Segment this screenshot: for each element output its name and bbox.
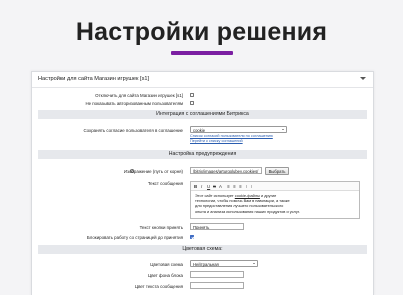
accept-text-input[interactable]: Принять [190, 223, 244, 230]
image-label: Изображение (путь от корня) [123, 169, 183, 174]
italic-icon[interactable]: I [201, 184, 202, 189]
hide-auth-label: Не показывать авторизованным пользовател… [85, 101, 183, 106]
message-label: Текст сообщения [147, 181, 183, 186]
color-scheme-value: Нейтральная [193, 262, 219, 267]
bold-icon[interactable]: B [194, 184, 197, 189]
font-color-icon[interactable]: A [219, 184, 222, 189]
agreement-list-link[interactable]: Перейти к списку соглашений [190, 139, 243, 144]
panel-title: Настройки для сайта Магазин игрушек [s1] [38, 76, 150, 82]
hide-auth-checkbox[interactable] [190, 101, 194, 105]
align-right-icon[interactable]: ≡ [239, 184, 242, 189]
align-center-icon[interactable]: ≡ [233, 184, 236, 189]
message-line: опыта и анализа использования наших прод… [195, 208, 300, 214]
block-page-checkbox[interactable] [190, 235, 194, 239]
unordered-list-icon[interactable]: ⁝ [251, 184, 252, 190]
accept-text-label: Текст кнопки принять [139, 224, 183, 230]
agreement-label: Сохранять согласие пользователя в соглаш… [83, 127, 183, 133]
bg-color-input[interactable] [190, 271, 244, 278]
message-editor[interactable]: B I U S A ≡ ≡ ≡ ⁝ ⁝ Этот сайт использует… [190, 181, 360, 219]
choose-button[interactable]: Выбрать [265, 166, 289, 175]
page-title: Настройки решения [75, 18, 328, 46]
section-warning-settings: Настройка предупреждения [38, 150, 367, 159]
settings-panel: Настройки для сайта Магазин игрушек [s1]… [31, 71, 374, 295]
chevron-down-icon [282, 129, 284, 131]
panel-header[interactable]: Настройки для сайта Магазин игрушек [s1] [32, 72, 373, 88]
message-text: Этот сайт использует cookie-файлы и друг… [191, 191, 359, 216]
color-scheme-row: Цветовая схема Нейтральная [32, 260, 373, 267]
ordered-list-icon[interactable]: ⁝ [246, 184, 247, 190]
color-scheme-label: Цветовая схема [150, 261, 183, 267]
bg-color-label: Цвет фона блока [147, 272, 183, 278]
section-bitrix-integration: Интеграция с соглашениями Битрикса [38, 110, 367, 119]
strikethrough-icon[interactable]: S [213, 184, 216, 189]
color-scheme-select[interactable]: Нейтральная [190, 260, 258, 267]
text-color-label: Цвет текста сообщения [134, 283, 183, 289]
disable-site-label: Отключить для сайта Магазин игрушек [s1] [95, 93, 183, 98]
editor-toolbar: B I U S A ≡ ≡ ≡ ⁝ ⁝ [191, 182, 359, 191]
collapse-arrow-icon[interactable] [360, 77, 366, 80]
text-color-input[interactable] [190, 282, 244, 289]
image-path-input[interactable]: /bitrix/images/arturgolubev.cookies/ [190, 167, 262, 174]
align-left-icon[interactable]: ≡ [227, 184, 230, 189]
agreement-row: Сохранять согласие пользователя в соглаш… [32, 126, 373, 143]
underline-icon[interactable]: U [207, 184, 210, 189]
disable-site-checkbox[interactable] [190, 93, 194, 97]
chevron-down-icon [253, 263, 255, 265]
agreement-select-value: cookie [193, 128, 206, 133]
section-color-scheme: Цветовая схема: [38, 245, 367, 254]
agreement-select[interactable]: cookie [190, 126, 287, 133]
block-page-label: Блокировать работу со страницей до приня… [86, 235, 183, 240]
title-underline [171, 51, 233, 55]
